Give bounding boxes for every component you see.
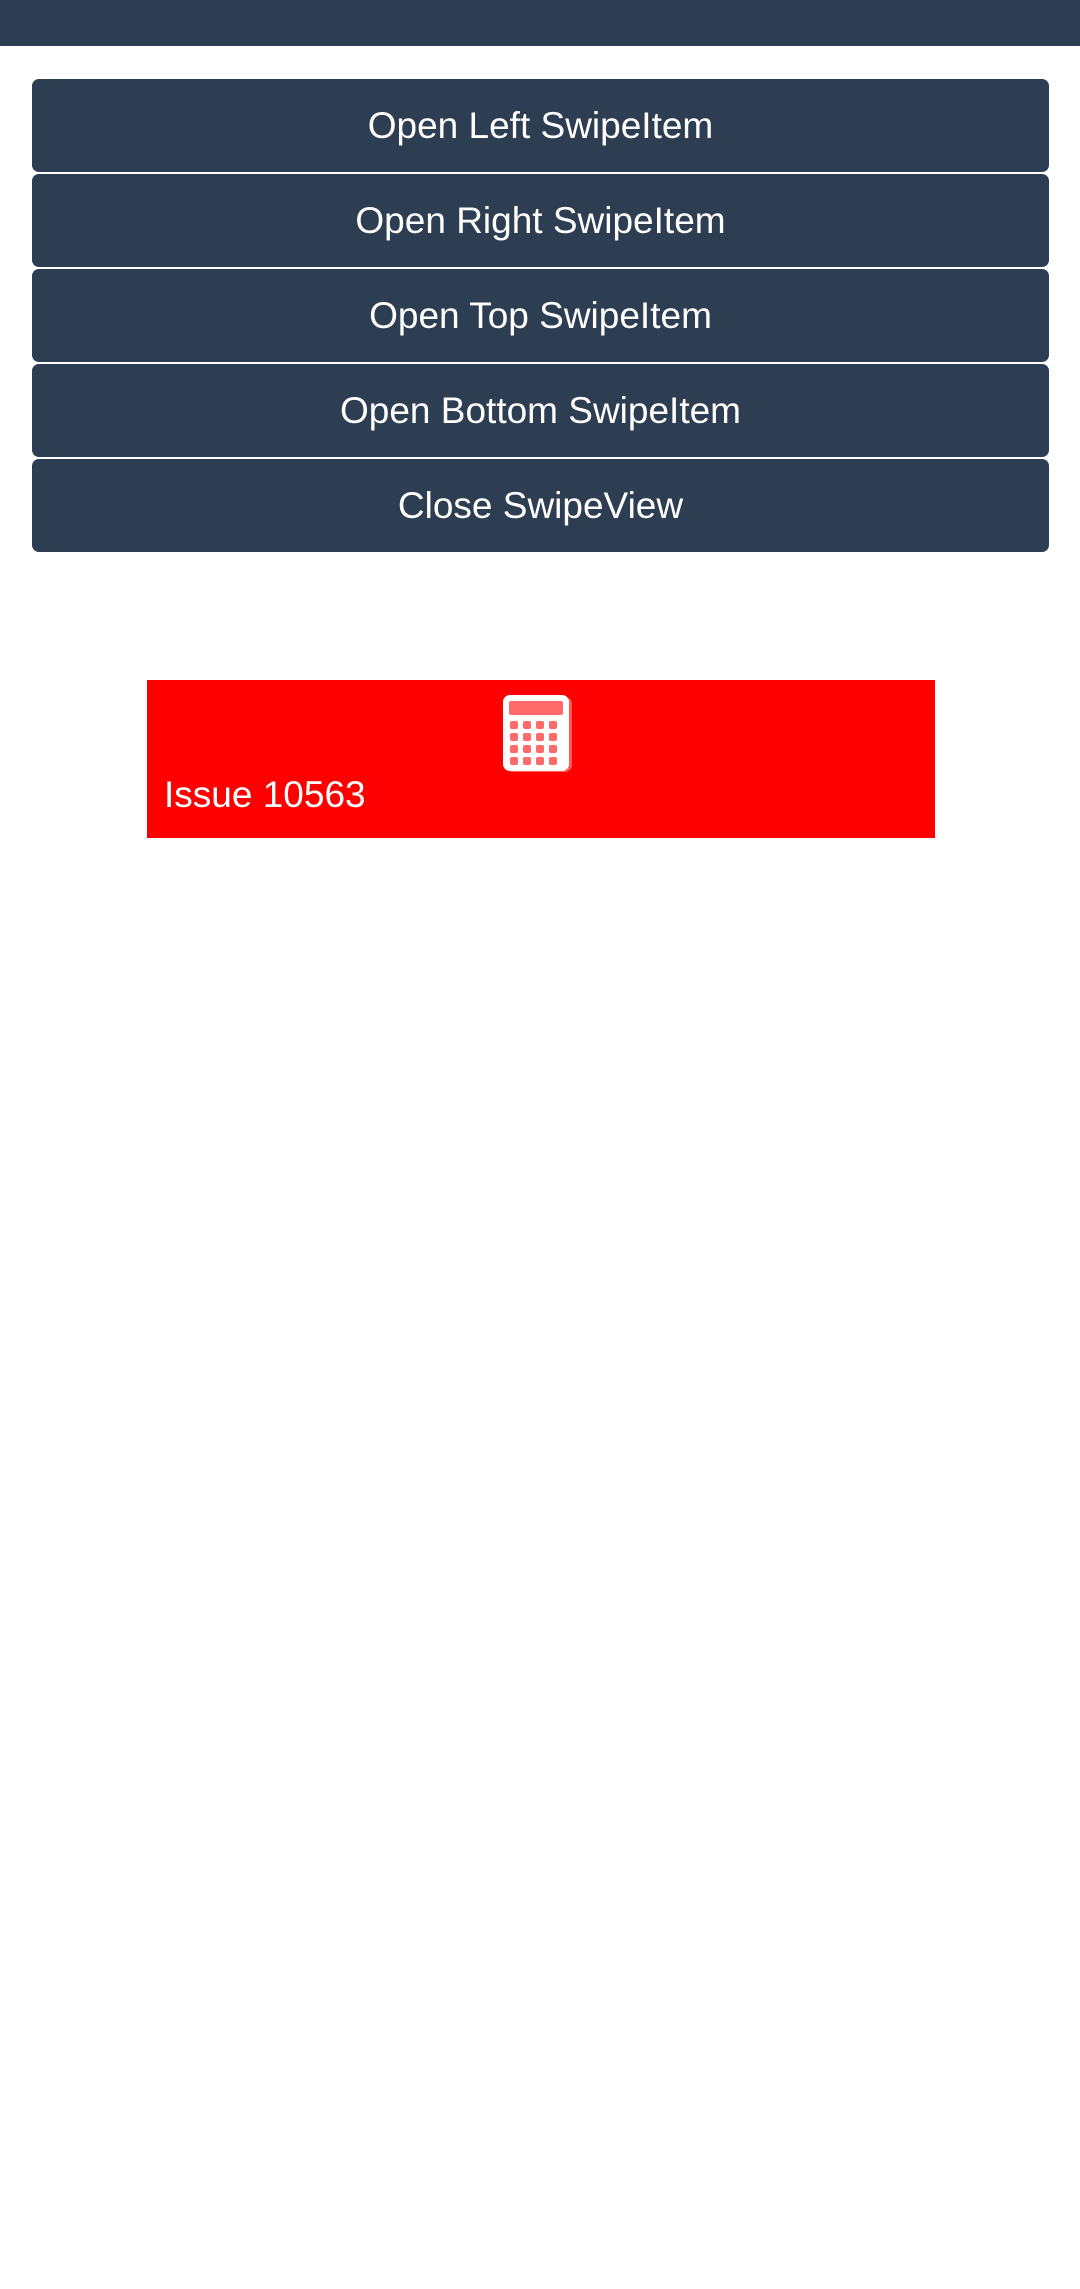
button-stack: Open Left SwipeItem Open Right SwipeItem… bbox=[32, 79, 1049, 554]
top-app-bar bbox=[0, 0, 1080, 46]
issue-label: Issue 10563 bbox=[164, 774, 366, 815]
close-swipeview-button[interactable]: Close SwipeView bbox=[32, 459, 1049, 552]
open-left-swipeitem-button[interactable]: Open Left SwipeItem bbox=[32, 79, 1049, 172]
open-top-swipeitem-button[interactable]: Open Top SwipeItem bbox=[32, 269, 1049, 362]
swipe-item[interactable]: Issue 10563 bbox=[147, 680, 935, 838]
open-right-swipeitem-button[interactable]: Open Right SwipeItem bbox=[32, 174, 1049, 267]
open-bottom-swipeitem-button[interactable]: Open Bottom SwipeItem bbox=[32, 364, 1049, 457]
calculator-icon bbox=[503, 695, 572, 772]
